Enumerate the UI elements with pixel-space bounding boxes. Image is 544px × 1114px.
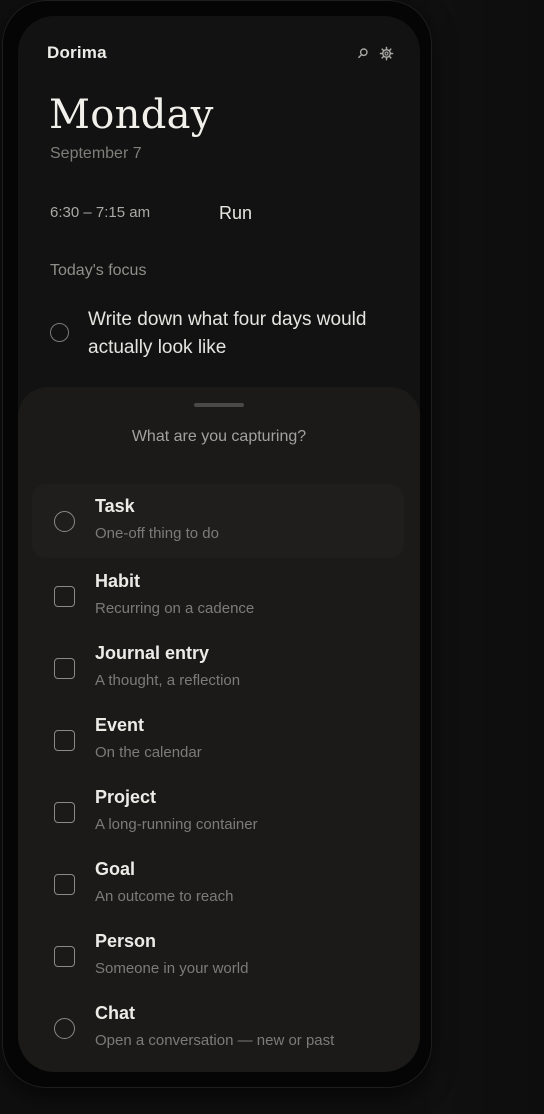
sheet-drag-handle[interactable] [194, 403, 244, 407]
option-name: Event [95, 715, 145, 735]
event-time: 6:30 – 7:15 am [50, 204, 151, 221]
option-name: Journal entry [95, 643, 210, 663]
square-icon [54, 586, 75, 607]
option-description: Someone in your world [95, 960, 249, 977]
option-goal[interactable]: Goal An outcome to reach [32, 847, 404, 921]
circle-icon [54, 511, 75, 532]
focus-item-text[interactable]: Write down what four days would actually… [88, 306, 388, 362]
gear-icon[interactable] [377, 44, 395, 62]
option-event[interactable]: Event On the calendar [32, 703, 404, 777]
focus-label: Today's focus [50, 262, 147, 279]
option-habit[interactable]: Habit Recurring on a cadence [32, 559, 404, 633]
phone-frame: Dorima Monday September 7 6:30 – 7:15 am… [2, 0, 432, 1088]
event-title[interactable]: Run [219, 203, 252, 224]
option-name: Task [95, 496, 135, 516]
app-name: Dorima [47, 43, 107, 62]
background [430, 0, 544, 1114]
square-icon [54, 946, 75, 967]
circle-icon [54, 1018, 75, 1039]
option-project[interactable]: Project A long-running container [32, 775, 404, 849]
option-name: Person [95, 931, 157, 951]
option-name: Habit [95, 571, 140, 591]
square-icon [54, 658, 75, 679]
option-description: One-off thing to do [95, 525, 219, 542]
option-person[interactable]: Person Someone in your world [32, 919, 404, 993]
option-description: Recurring on a cadence [95, 600, 255, 617]
option-name: Goal [95, 859, 136, 879]
option-description: A thought, a reflection [95, 672, 241, 689]
option-description: An outcome to reach [95, 888, 234, 905]
date-label: September 7 [50, 145, 142, 162]
square-icon [54, 874, 75, 895]
option-journal-entry[interactable]: Journal entry A thought, a reflection [32, 631, 404, 705]
app-screen: Dorima Monday September 7 6:30 – 7:15 am… [18, 16, 420, 1072]
square-icon [54, 802, 75, 823]
option-chat[interactable]: Chat Open a conversation — new or past [32, 991, 404, 1065]
option-name: Project [95, 787, 157, 807]
sheet-title: What are you capturing? [131, 428, 307, 445]
capture-sheet: What are you capturing? Task One-off thi… [18, 387, 420, 1072]
option-description: On the calendar [95, 744, 202, 761]
square-icon [54, 730, 75, 751]
search-icon[interactable] [354, 44, 372, 62]
option-task[interactable]: Task One-off thing to do [32, 484, 404, 558]
day-title: Monday [49, 92, 214, 138]
option-description: Open a conversation — new or past [95, 1032, 335, 1049]
option-description: A long-running container [95, 816, 258, 833]
focus-checkbox[interactable] [50, 323, 69, 342]
option-name: Chat [95, 1003, 135, 1023]
